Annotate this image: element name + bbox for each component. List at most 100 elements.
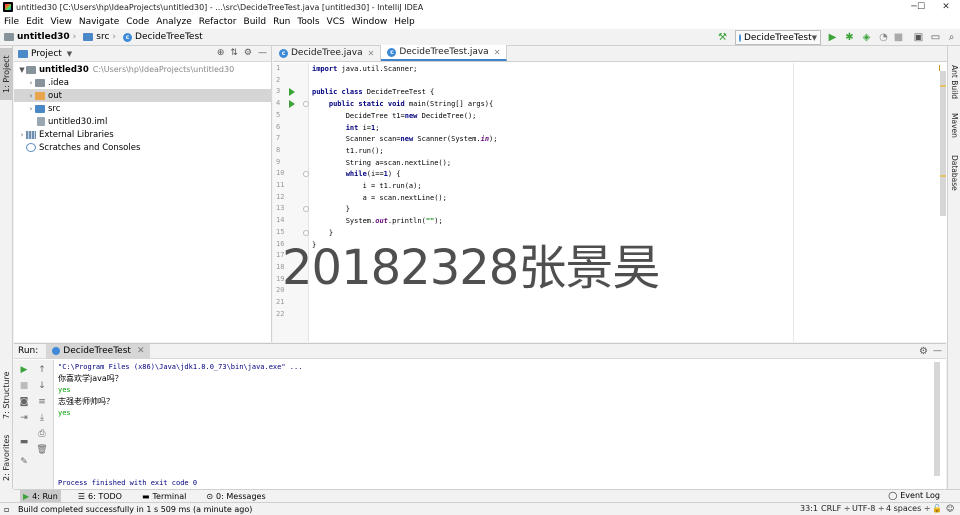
exit-icon[interactable]: ⇥ [18,412,30,424]
ant-build-tool-tab[interactable]: Ant Build [948,62,960,102]
structure-tool-tab[interactable]: 7: Structure [0,368,13,422]
menu-tools[interactable]: Tools [297,17,319,27]
tree-item-project-root[interactable]: ▼ untitled30 C:\Users\hp\IdeaProjects\un… [14,63,272,76]
code-line[interactable]: String a=scan.nextLine(); [312,158,451,170]
tree-item-scratches[interactable]: Scratches and Consoles [14,141,272,154]
project-structure-icon[interactable]: ▣ [912,31,925,44]
console-output[interactable]: "C:\Program Files (x86)\Java\jdk1.8.0_73… [58,360,938,490]
editor-gutter[interactable]: 1 2 3 4 5 6 7 8 9 10 11 12 13 14 15 16 17 18 19 20 21 22 [273,63,309,342]
maven-tool-tab[interactable]: Maven [948,110,960,140]
maximize-button[interactable]: ☐ [912,0,930,14]
arrow-down-icon[interactable]: ↓ [36,380,48,392]
scroll-to-end-icon[interactable]: ⤓ [36,412,48,424]
soft-wrap-icon[interactable]: ≡ [36,396,48,408]
code-line[interactable]: while(i==1) { [312,169,401,181]
project-tool-tab[interactable]: 1: Project [0,48,13,100]
code-line[interactable]: int i=1; [312,123,380,135]
menu-view[interactable]: View [51,17,72,27]
tool-tab-run[interactable]: ▶ 4: Run [20,489,61,503]
breadcrumb-project[interactable]: untitled30 › [4,32,79,42]
code-area[interactable]: import java.util.Scanner; public class De… [312,63,912,342]
hide-icon[interactable]: — [258,48,267,58]
menu-analyze[interactable]: Analyze [156,17,191,27]
menu-edit[interactable]: Edit [26,17,43,27]
gear-icon[interactable]: ⚙ [919,346,928,357]
line-separator-select[interactable]: CRLF ÷ [821,502,850,515]
run-tab-decidetreetest[interactable]: DecideTreeTest ✕ [46,343,151,359]
run-gutter-icon[interactable] [289,88,295,97]
tool-tab-messages[interactable]: ⊙ 0: Messages [203,490,268,503]
stop-icon[interactable]: ■ [18,380,30,392]
scrollbar-thumb[interactable] [940,71,946,216]
tree-item-src[interactable]: › src [14,102,272,115]
editor-scrollbar[interactable] [940,63,946,342]
menu-window[interactable]: Window [352,17,388,27]
profile-icon[interactable]: ◔ [877,31,890,44]
code-line[interactable]: DecideTree t1=new DecideTree(); [312,111,477,123]
run-icon[interactable]: ▶ [826,31,839,44]
close-button[interactable]: ✕ [936,0,956,14]
close-icon[interactable]: ✕ [368,49,375,58]
code-line[interactable]: public class DecideTreeTest { [312,87,434,99]
code-line[interactable]: a = scan.nextLine(); [312,193,447,205]
fold-marker-icon[interactable] [303,229,309,236]
tree-item-iml[interactable]: untitled30.iml [14,115,272,128]
project-view-selector[interactable]: Project [31,49,62,59]
menu-run[interactable]: Run [273,17,290,27]
code-line[interactable]: t1.run(); [312,146,384,158]
menu-refactor[interactable]: Refactor [199,17,237,27]
pin-icon[interactable]: ✎ [18,456,30,468]
code-line[interactable]: } [312,204,350,216]
arrow-up-icon[interactable]: ↑ [36,364,48,376]
chevron-down-icon[interactable]: ▼ [18,66,26,74]
close-icon[interactable]: ✕ [494,48,501,57]
run-configuration-select[interactable]: DecideTreeTest ▼ [735,30,821,45]
code-line[interactable]: } [312,228,333,240]
print-icon[interactable]: ⎙ [36,428,48,440]
status-toggle-icon[interactable]: ▫ [4,505,9,514]
stop-icon[interactable]: ■ [892,31,905,44]
chevron-right-icon[interactable]: › [27,92,35,100]
encoding-select[interactable]: UTF-8 ÷ [852,502,885,515]
warning-marker[interactable] [940,85,946,87]
coverage-icon[interactable]: ◈ [860,31,873,44]
lock-icon[interactable]: 🔓 [932,502,942,515]
status-message[interactable]: Build completed successfully in 1 s 509 … [18,505,252,514]
tree-item-idea[interactable]: › .idea [14,76,272,89]
notifications-icon[interactable]: ☺ [946,502,954,515]
debug-icon[interactable]: ✱ [843,31,856,44]
tree-item-external-libraries[interactable]: › External Libraries [14,128,272,141]
tab-decidetreetest[interactable]: c DecideTreeTest.java ✕ [381,45,508,61]
menu-file[interactable]: File [4,17,19,27]
code-line[interactable]: public static void main(String[] args){ [312,99,493,111]
menu-vcs[interactable]: VCS [327,17,345,27]
hide-icon[interactable]: — [933,346,942,356]
menu-code[interactable]: Code [126,17,149,27]
gear-icon[interactable]: ⚙ [244,48,252,58]
code-line[interactable]: i = t1.run(a); [312,181,422,193]
menu-navigate[interactable]: Navigate [79,17,119,27]
breadcrumb-file[interactable]: c DecideTreeTest [123,32,203,42]
camera-icon[interactable]: ◙ [18,396,30,408]
favorites-tool-tab[interactable]: 2: Favorites [0,432,13,484]
run-gutter-icon[interactable] [289,100,295,109]
locate-icon[interactable]: ⊕ [217,48,225,58]
layout-icon[interactable]: ▬ [18,436,30,448]
tool-tab-todo[interactable]: ☰ 6: TODO [75,490,125,503]
indent-select[interactable]: 4 spaces ÷ [886,502,931,515]
chevron-right-icon[interactable]: › [27,105,35,113]
search-icon[interactable]: ⌕ [945,31,958,44]
menu-build[interactable]: Build [244,17,267,27]
code-line[interactable]: } [312,240,316,252]
collapse-all-icon[interactable]: ⇅ [230,48,238,58]
event-log-tab[interactable]: ◯ Event Log [888,489,940,502]
code-line[interactable]: import java.util.Scanner; [312,64,417,76]
chevron-right-icon[interactable]: › [27,79,35,87]
menu-help[interactable]: Help [394,17,415,27]
rerun-icon[interactable]: ▶ [18,364,30,376]
tool-tab-terminal[interactable]: ▬ Terminal [139,490,189,503]
build-hammer-icon[interactable]: ⚒ [716,31,729,44]
trash-icon[interactable]: 🗑 [36,444,48,456]
code-line[interactable]: System.out.println(""); [312,216,443,228]
breadcrumb-src[interactable]: src › [83,32,119,42]
